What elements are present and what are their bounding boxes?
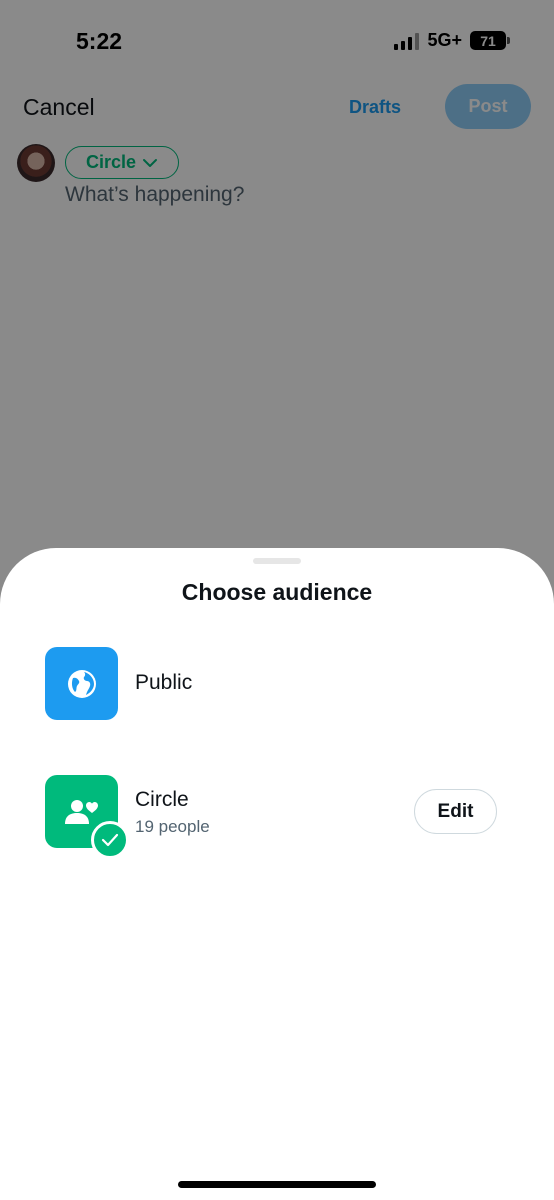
home-indicator[interactable] — [178, 1181, 376, 1188]
selected-check-badge — [91, 821, 129, 859]
option-label-public: Public — [135, 671, 193, 694]
sheet-grabber[interactable] — [253, 558, 301, 564]
globe-icon — [67, 669, 96, 698]
audience-option-public[interactable]: Public — [0, 640, 554, 740]
circle-people-icon — [64, 799, 98, 824]
option-label-circle: Circle — [135, 788, 189, 811]
checkmark-icon — [101, 833, 119, 847]
audience-sheet: Choose audience Public Circle 19 people — [0, 548, 554, 1200]
circle-member-count: 19 people — [135, 817, 210, 836]
sheet-title: Choose audience — [181, 579, 373, 605]
audience-option-circle[interactable]: Circle 19 people Edit — [0, 768, 554, 868]
public-tile — [45, 647, 118, 720]
edit-circle-button[interactable]: Edit — [414, 789, 497, 834]
